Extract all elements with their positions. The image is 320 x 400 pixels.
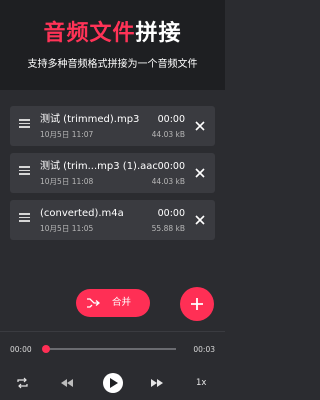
file-item[interactable]: 测试 (trimmed).mp3 10月5日 11:07 00:00 44.03… xyxy=(10,106,215,146)
file-item[interactable]: (converted).m4a 10月5日 11:05 00:00 55.88 … xyxy=(10,200,215,240)
file-size: 44.03 kB xyxy=(151,177,185,186)
drag-handle-icon[interactable] xyxy=(19,166,30,178)
playback-speed[interactable]: 1x xyxy=(196,378,206,388)
file-item[interactable]: 测试 (trim...mp3 (1).aac 10月5日 11:08 00:00… xyxy=(10,153,215,193)
merge-button[interactable]: 合并 xyxy=(76,289,150,317)
title-plain: 拼接 xyxy=(135,21,182,46)
play-icon xyxy=(110,378,118,388)
current-time: 00:00 xyxy=(10,345,32,354)
add-file-button[interactable] xyxy=(180,287,214,321)
file-date: 10月5日 11:05 xyxy=(40,224,94,233)
drag-handle-icon[interactable] xyxy=(19,213,30,225)
close-icon[interactable] xyxy=(194,120,206,132)
app-header: 音频文件拼接 支持多种音频格式拼接为一个音频文件 xyxy=(0,0,225,90)
file-size: 44.03 kB xyxy=(151,130,185,139)
seek-bar[interactable] xyxy=(42,345,176,353)
rewind-icon[interactable] xyxy=(61,379,73,387)
fast-forward-icon[interactable] xyxy=(151,379,163,387)
file-date: 10月5日 11:07 xyxy=(40,130,94,139)
total-time: 00:03 xyxy=(193,345,215,354)
drag-handle-icon[interactable] xyxy=(19,119,30,131)
file-name: 测试 (trim...mp3 (1).aac xyxy=(40,161,158,172)
seek-thumb[interactable] xyxy=(42,345,50,353)
divider xyxy=(0,331,225,332)
file-name: 测试 (trimmed).mp3 xyxy=(40,114,140,125)
merge-arrows-icon xyxy=(87,298,100,308)
close-icon[interactable] xyxy=(194,214,206,226)
close-icon[interactable] xyxy=(194,167,206,179)
page-title: 音频文件拼接 xyxy=(0,20,225,48)
file-duration: 00:00 xyxy=(157,208,185,219)
file-size: 55.88 kB xyxy=(151,224,185,233)
title-accent: 音频文件 xyxy=(43,21,136,46)
file-name: (converted).m4a xyxy=(40,208,124,219)
page-subtitle: 支持多种音频格式拼接为一个音频文件 xyxy=(27,59,198,70)
file-date: 10月5日 11:08 xyxy=(40,177,94,186)
file-list: 测试 (trimmed).mp3 10月5日 11:07 00:00 44.03… xyxy=(10,106,215,247)
merge-label: 合并 xyxy=(112,297,132,308)
file-duration: 00:00 xyxy=(157,114,185,125)
play-button[interactable] xyxy=(103,373,123,393)
repeat-icon[interactable] xyxy=(16,377,29,389)
file-duration: 00:00 xyxy=(157,161,185,172)
plus-icon xyxy=(191,298,203,310)
